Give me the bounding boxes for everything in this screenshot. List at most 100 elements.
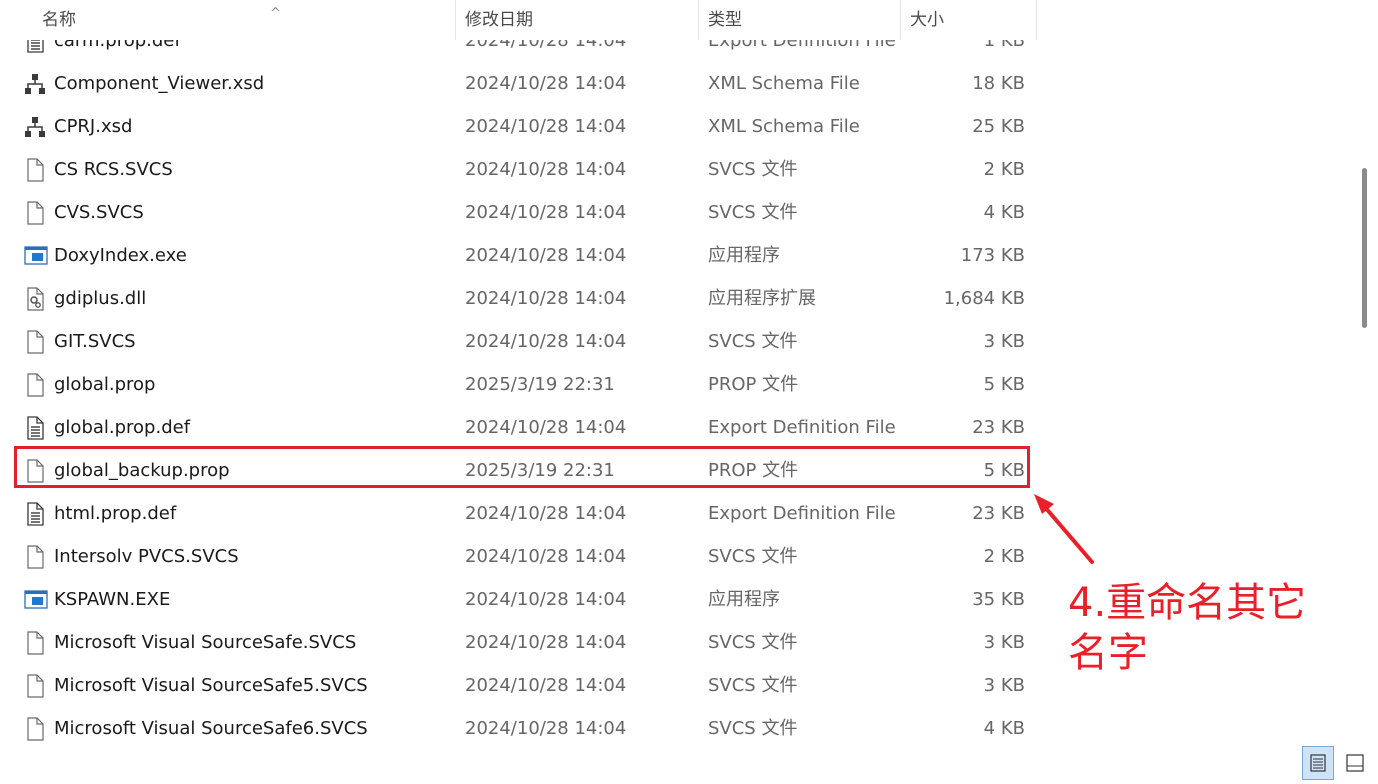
large-icons-view-icon [1346,754,1364,772]
annotation-arrow-icon [1034,494,1094,564]
file-row[interactable]: CVS.SVCS 2024/10/28 14:04 SVCS 文件 4 KB [0,191,1040,234]
file-row[interactable]: Microsoft Visual SourceSafe6.SVCS 2024/10… [0,707,1040,750]
file-row[interactable]: CS RCS.SVCS 2024/10/28 14:04 SVCS 文件 2 KB [0,148,1040,191]
file-modified-date: 2024/10/28 14:04 [465,288,627,309]
column-header-name[interactable]: 名称 ^ [33,0,456,40]
file-type: 应用程序 [708,589,780,610]
file-size: 3 KB [983,675,1025,696]
file-type: Export Definition File [708,503,896,524]
file-size: 5 KB [983,374,1025,395]
file-name: gdiplus.dll [54,288,147,309]
blank-file-icon [24,545,46,569]
blank-file-icon [24,158,46,182]
file-row[interactable]: Intersolv PVCS.SVCS 2024/10/28 14:04 SVCS … [0,535,1040,578]
blank-file-icon [24,330,46,354]
file-modified-date: 2024/10/28 14:04 [465,417,627,438]
dll-gear-icon [24,287,46,311]
file-size: 2 KB [983,546,1025,567]
column-divider[interactable] [1036,0,1037,40]
file-modified-date: 2024/10/28 14:04 [465,116,627,137]
file-type: XML Schema File [708,73,860,94]
column-header-type-label: 类型 [708,10,742,30]
file-name: GIT.SVCS [54,331,136,352]
file-size: 2 KB [983,159,1025,180]
file-modified-date: 2024/10/28 14:04 [465,718,627,739]
file-type: SVCS 文件 [708,675,798,696]
scrollbar-thumb[interactable] [1362,168,1367,328]
file-size: 25 KB [972,116,1025,137]
file-name: Component_Viewer.xsd [54,73,265,94]
file-modified-date: 2024/10/28 14:04 [465,675,627,696]
column-header-bar: 名称 ^ 修改日期 类型 大小 [0,0,1360,40]
file-modified-date: 2024/10/28 14:04 [465,159,627,180]
large-icons-view-button[interactable] [1340,746,1372,780]
details-view-button[interactable] [1302,746,1334,780]
file-row[interactable]: CPRJ.xsd 2024/10/28 14:04 XML Schema File 2… [0,105,1040,148]
file-size: 18 KB [972,73,1025,94]
file-name: CS RCS.SVCS [54,159,173,180]
file-type: 应用程序扩展 [708,288,816,309]
sort-ascending-icon: ^ [270,6,281,21]
file-modified-date: 2024/10/28 14:04 [465,245,627,266]
file-size: 173 KB [960,245,1025,266]
file-type: SVCS 文件 [708,159,798,180]
file-type: Export Definition File [708,417,896,438]
file-row[interactable]: Component_Viewer.xsd 2024/10/28 14:04 XML … [0,62,1040,105]
file-name: CVS.SVCS [54,202,144,223]
blank-file-icon [24,674,46,698]
schema-icon [24,72,46,96]
file-name: CPRJ.xsd [54,116,133,137]
file-size: 4 KB [983,718,1025,739]
file-modified-date: 2024/10/28 14:04 [465,589,627,610]
file-modified-date: 2024/10/28 14:04 [465,202,627,223]
file-type: XML Schema File [708,116,860,137]
file-row[interactable]: DoxyIndex.exe 2024/10/28 14:04 应用程序 173 KB [0,234,1040,277]
file-row[interactable]: GIT.SVCS 2024/10/28 14:04 SVCS 文件 3 KB [0,320,1040,363]
file-type: 应用程序 [708,245,780,266]
vertical-scrollbar[interactable] [1360,0,1378,784]
file-size: 3 KB [983,331,1025,352]
blank-file-icon [24,373,46,397]
file-type: SVCS 文件 [708,546,798,567]
file-row[interactable]: KSPAWN.EXE 2024/10/28 14:04 应用程序 35 KB [0,578,1040,621]
file-size: 1,684 KB [943,288,1025,309]
file-name: global.prop [54,374,156,395]
file-type: PROP 文件 [708,374,799,395]
file-name: DoxyIndex.exe [54,245,187,266]
application-icon [24,588,48,612]
annotation-text: 4.重命名其它 名字 [1068,578,1328,678]
file-row[interactable]: html.prop.def 2024/10/28 14:04 Export Defi… [0,492,1040,535]
file-modified-date: 2024/10/28 14:04 [465,503,627,524]
annotation-line-2: 名字 [1068,630,1148,676]
column-header-size[interactable]: 大小 [901,0,1037,40]
column-header-type[interactable]: 类型 [699,0,901,40]
column-header-size-label: 大小 [910,10,944,30]
file-size: 35 KB [972,589,1025,610]
file-type: SVCS 文件 [708,718,798,739]
file-row[interactable]: global.prop.def 2024/10/28 14:04 Export De… [0,406,1040,449]
file-row[interactable]: Microsoft Visual SourceSafe5.SVCS 2024/10… [0,664,1040,707]
file-modified-date: 2024/10/28 14:04 [465,331,627,352]
file-modified-date: 2025/3/19 22:31 [465,374,615,395]
blank-file-icon [24,201,46,225]
application-icon [24,244,48,268]
details-view-icon [1310,754,1326,772]
file-name: Microsoft Visual SourceSafe6.SVCS [54,718,368,739]
file-row[interactable]: gdiplus.dll 2024/10/28 14:04 应用程序扩展 1,684 K… [0,277,1040,320]
file-name: Intersolv PVCS.SVCS [54,546,239,567]
file-type: SVCS 文件 [708,331,798,352]
blank-file-icon [24,631,46,655]
file-size: 23 KB [972,417,1025,438]
blank-file-icon [24,717,46,741]
file-modified-date: 2024/10/28 14:04 [465,546,627,567]
file-row[interactable]: Microsoft Visual SourceSafe.SVCS 2024/10/… [0,621,1040,664]
column-header-date[interactable]: 修改日期 [456,0,699,40]
highlight-box [14,446,1030,488]
file-size: 23 KB [972,503,1025,524]
column-header-date-label: 修改日期 [465,10,533,30]
file-type: SVCS 文件 [708,202,798,223]
schema-icon [24,115,46,139]
file-row[interactable]: global.prop 2025/3/19 22:31 PROP 文件 5 KB [0,363,1040,406]
file-size: 3 KB [983,632,1025,653]
file-name: Microsoft Visual SourceSafe5.SVCS [54,675,368,696]
